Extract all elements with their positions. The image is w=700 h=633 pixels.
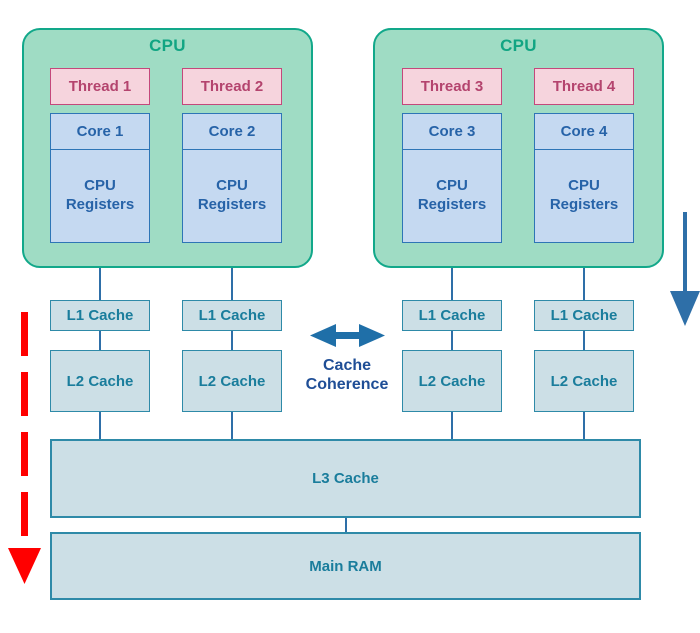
core-box-4[interactable]: Core 4: [534, 113, 634, 150]
registers-label-line2: Registers: [197, 196, 267, 213]
registers-box-3[interactable]: CPU Registers: [402, 150, 502, 243]
cache-coherence-arrow-icon: [310, 324, 385, 347]
l1-cache-1[interactable]: L1 Cache: [50, 300, 150, 331]
registers-label-line1: CPU: [436, 177, 468, 195]
l3-cache[interactable]: L3 Cache: [50, 439, 641, 518]
cpu-package-right-title: CPU: [500, 36, 537, 55]
cpu-package-left-title: CPU: [149, 36, 186, 55]
l2-cache-4[interactable]: L2 Cache: [534, 350, 634, 412]
registers-label-line2: Registers: [417, 196, 487, 213]
main-ram[interactable]: Main RAM: [50, 532, 641, 600]
l1-cache-2[interactable]: L1 Cache: [182, 300, 282, 331]
l1-cache-3[interactable]: L1 Cache: [402, 300, 502, 331]
core-box-2[interactable]: Core 2: [182, 113, 282, 150]
registers-label-line2: Registers: [65, 196, 135, 213]
registers-box-4[interactable]: CPU Registers: [534, 150, 634, 243]
l2-cache-2[interactable]: L2 Cache: [182, 350, 282, 412]
registers-box-2[interactable]: CPU Registers: [182, 150, 282, 243]
thread-box-1[interactable]: Thread 1: [50, 68, 150, 105]
registers-box-1[interactable]: CPU Registers: [50, 150, 150, 243]
l2-cache-1[interactable]: L2 Cache: [50, 350, 150, 412]
registers-label-line1: CPU: [216, 177, 248, 195]
red-dashed-down-arrow-icon: [8, 312, 41, 584]
registers-label-line1: CPU: [568, 177, 600, 195]
registers-label-line1: CPU: [84, 177, 116, 195]
core-box-1[interactable]: Core 1: [50, 113, 150, 150]
thread-box-2[interactable]: Thread 2: [182, 68, 282, 105]
l2-cache-3[interactable]: L2 Cache: [402, 350, 502, 412]
l1-cache-4[interactable]: L1 Cache: [534, 300, 634, 331]
thread-box-4[interactable]: Thread 4: [534, 68, 634, 105]
thread-box-3[interactable]: Thread 3: [402, 68, 502, 105]
blue-down-arrow-icon: [670, 212, 700, 326]
cache-coherence-label-line1: Cache: [322, 357, 372, 374]
core-box-3[interactable]: Core 3: [402, 113, 502, 150]
registers-label-line2: Registers: [549, 196, 619, 213]
cache-coherence-label-line2: Coherence: [305, 375, 389, 393]
cache-coherence-label: Cache Coherence: [292, 357, 402, 395]
cpu-cache-hierarchy-diagram: CPU Thread 1 Core 1 CPU Registers Thread…: [0, 0, 700, 633]
